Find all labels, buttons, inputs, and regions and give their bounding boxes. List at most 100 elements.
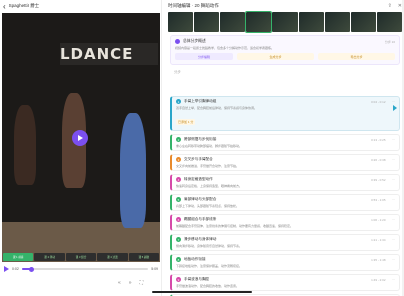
seek-bar[interactable] bbox=[21, 266, 149, 272]
rewind-icon[interactable]: « bbox=[118, 280, 121, 286]
step-time-range: 0:13 - 0:25 bbox=[371, 137, 386, 142]
seek-bar-handle[interactable] bbox=[29, 266, 35, 272]
step-card-header: 6 踢腿组合与手部线条 1:06 - 1:20 ⋯ bbox=[176, 217, 395, 222]
back-icon[interactable]: ‹ bbox=[3, 2, 6, 11]
play-button[interactable] bbox=[72, 130, 88, 146]
more-options-icon[interactable]: ⋯ bbox=[392, 258, 396, 262]
chapter-chip[interactable]: 课 4 过渡 bbox=[97, 253, 128, 261]
thumbnail[interactable] bbox=[376, 12, 402, 32]
header-actions: ⇪ ✕ bbox=[388, 3, 402, 9]
step-card[interactable]: 1 手臂上举引胸律动组 0:04 - 0:12 ⋯ 双手自然上举，配合胸腔前后律动，保持… bbox=[170, 96, 400, 131]
step-card[interactable]: 2 胯部侧摆与步伐衔接 0:13 - 0:25 ⋯ 重心左右转移带动胯部摆动，脚步跟随节… bbox=[170, 134, 400, 151]
thumbnail[interactable] bbox=[298, 12, 324, 32]
step-time-range: 0:53 - 1:05 bbox=[371, 197, 386, 202]
step-card[interactable]: 3 交叉步与手臂配合 0:26 - 0:38 ⋯ 交叉步向前推进，手臂做开合动作，注意节… bbox=[170, 154, 400, 171]
more-options-icon[interactable]: ⋯ bbox=[392, 100, 396, 104]
playback-timeline: 0:02 5:09 bbox=[2, 264, 160, 274]
step-play-icon[interactable] bbox=[393, 105, 397, 111]
step-number-badge: 6 bbox=[176, 217, 181, 222]
step-time-range: 1:21 - 1:34 bbox=[371, 237, 386, 242]
step-title: 胯部侧摆与步伐衔接 bbox=[184, 137, 217, 141]
video-backdrop-sign: LDANCE bbox=[60, 43, 158, 65]
export-steps-button[interactable]: 导出分步 bbox=[318, 53, 395, 60]
home-indicator bbox=[152, 291, 252, 293]
step-number-badge: 4 bbox=[176, 177, 181, 182]
step-number-badge: 3 bbox=[176, 157, 181, 162]
more-options-icon[interactable]: ⋯ bbox=[392, 158, 396, 162]
timeline-play-icon[interactable] bbox=[4, 266, 9, 272]
step-title: 手臂上举引胸律动组 bbox=[184, 99, 217, 103]
fullscreen-icon[interactable]: ⛶ bbox=[140, 280, 144, 286]
step-title: 地板动作衔接 bbox=[184, 257, 206, 261]
summary-text: 视频内容是一段爵士舞蹈教学，包含多个分解动作示范，适合初学者跟练。 bbox=[175, 46, 275, 50]
more-options-icon[interactable]: ⋯ bbox=[392, 138, 396, 142]
step-title: 滑步移动与身体律动 bbox=[184, 237, 217, 241]
step-card-header: 1 手臂上举引胸律动组 0:04 - 0:12 ⋯ bbox=[176, 99, 395, 104]
thumbnail[interactable] bbox=[324, 12, 350, 32]
share-icon[interactable]: ⇪ bbox=[388, 3, 392, 9]
step-card[interactable]: 9 手臂波浪与胸腔 1:49 - 2:02 ⋯ 手臂做波浪动作，配合胸腔的收放，动作连贯… bbox=[170, 274, 400, 291]
step-description: 手臂做波浪动作，配合胸腔的收放，动作连贯。 bbox=[176, 284, 240, 288]
summary-meta: 分步 16 bbox=[384, 39, 395, 44]
thumbnail[interactable] bbox=[168, 12, 194, 32]
video-panel: ‹ SpaghettiI 爵士 LDANCE 课 1 前奏 课 2 律动 课 3… bbox=[0, 0, 162, 296]
panel-header: 时间轴编辑 · 20 舞蹈动作 ⇪ ✕ bbox=[166, 0, 404, 12]
summary-actions: 分步编辑 生成分步 导出分步 bbox=[175, 53, 395, 60]
more-options-icon[interactable]: ⋯ bbox=[392, 198, 396, 202]
step-number-badge: 2 bbox=[176, 137, 181, 142]
more-options-icon[interactable]: ⋯ bbox=[392, 218, 396, 222]
thumbnail[interactable] bbox=[220, 12, 246, 32]
total-time: 5:09 bbox=[151, 267, 158, 271]
step-number-badge: 7 bbox=[176, 237, 181, 242]
step-card[interactable]: 5 肩部律动与头部配合 0:53 - 1:05 ⋯ 肩部上下律动，头部跟随节奏轻点，保持… bbox=[170, 194, 400, 211]
dancer-figure bbox=[14, 105, 36, 185]
step-number-badge: 9 bbox=[176, 277, 181, 282]
step-card-header: 8 地板动作衔接 1:35 - 1:48 ⋯ bbox=[176, 257, 395, 262]
step-time-range: 1:35 - 1:48 bbox=[371, 257, 386, 262]
step-number-badge: 1 bbox=[176, 99, 181, 104]
chapter-chip[interactable]: 课 5 副歌 bbox=[128, 253, 160, 261]
edit-steps-button[interactable]: 分步编辑 bbox=[175, 53, 233, 60]
step-card-header: 7 滑步移动与身体律动 1:21 - 1:34 ⋯ bbox=[176, 237, 395, 242]
step-card[interactable]: 6 踢腿组合与手部线条 1:06 - 1:20 ⋯ 前踢腿配合手臂延伸，注意线条的伸展与… bbox=[170, 214, 400, 231]
thumbnail-selected[interactable] bbox=[245, 11, 273, 33]
thumbnail[interactable] bbox=[350, 12, 376, 32]
step-title: 踢腿组合与手部线条 bbox=[184, 217, 217, 221]
chapter-chip[interactable]: 课 1 前奏 bbox=[3, 253, 34, 261]
app-root: ‹ SpaghettiI 爵士 LDANCE 课 1 前奏 课 2 律动 课 3… bbox=[0, 0, 404, 296]
more-options-icon[interactable]: ⋯ bbox=[392, 178, 396, 182]
more-options-icon[interactable]: ⋯ bbox=[392, 278, 396, 282]
timeline-panel: 时间轴编辑 · 20 舞蹈动作 ⇪ ✕ 总体分步概述 分步 16 视频内容是一段 bbox=[166, 0, 404, 296]
thumbnail[interactable] bbox=[194, 12, 220, 32]
step-card[interactable]: 7 滑步移动与身体律动 1:21 - 1:34 ⋯ 侧向滑步移动，身体随音乐自然律动，保… bbox=[170, 234, 400, 251]
step-description: 前踢腿配合手臂延伸，注意线条的伸展与控制，动作要有力量感，收腿迅速，保持稳定。 bbox=[176, 224, 294, 228]
forward-icon[interactable]: » bbox=[129, 280, 132, 286]
step-card[interactable]: 4 转身定格造型动作 0:39 - 0:52 ⋯ 快速转身后定格，上身保持造型，眼神看向… bbox=[170, 174, 400, 191]
step-card[interactable]: 8 地板动作衔接 1:35 - 1:48 ⋯ 下蹲接地板动作，注意保护膝盖，动作流畅衔接… bbox=[170, 254, 400, 271]
summary-dot-icon bbox=[175, 39, 180, 44]
section-label: 分步 bbox=[174, 70, 181, 74]
summary-card: 总体分步概述 分步 16 视频内容是一段爵士舞蹈教学，包含多个分解动作示范，适合… bbox=[170, 35, 400, 65]
step-tag: 已添加 1 分 bbox=[176, 119, 196, 125]
step-card-header: 9 手臂波浪与胸腔 1:49 - 2:02 ⋯ bbox=[176, 277, 395, 282]
step-description: 快速转身后定格，上身保持造型，眼神看向前方。 bbox=[176, 184, 243, 188]
step-title: 肩部律动与头部配合 bbox=[184, 197, 217, 201]
thumbnail[interactable] bbox=[272, 12, 298, 32]
step-title: 手臂波浪与胸腔 bbox=[184, 277, 210, 281]
video-topbar: ‹ SpaghettiI 爵士 bbox=[0, 0, 161, 12]
generate-steps-button[interactable]: 生成分步 bbox=[237, 53, 314, 60]
panel-title: 时间轴编辑 · 20 舞蹈动作 bbox=[168, 3, 219, 8]
summary-header: 总体分步概述 分步 16 bbox=[175, 39, 395, 44]
step-number-badge: 8 bbox=[176, 257, 181, 262]
more-options-icon[interactable]: ⋯ bbox=[392, 238, 396, 242]
chapter-chip[interactable]: 课 2 律动 bbox=[34, 253, 65, 261]
step-description: 双手自然上举，配合胸腔前后律动，保持节奏感与身体协调。 bbox=[176, 106, 258, 110]
thumbnail-strip bbox=[166, 11, 404, 33]
step-description: 交叉步向前推进，手臂做开合动作，注意节拍。 bbox=[176, 164, 240, 168]
play-icon bbox=[78, 135, 83, 141]
chapter-chip[interactable]: 课 3 组合 bbox=[65, 253, 97, 261]
step-card-header: 4 转身定格造型动作 0:39 - 0:52 ⋯ bbox=[176, 177, 395, 182]
video-player[interactable]: LDANCE bbox=[2, 13, 160, 262]
step-description: 侧向滑步移动，身体随音乐自然律动，保持节奏。 bbox=[176, 244, 243, 248]
step-time-range: 0:26 - 0:38 bbox=[371, 157, 386, 162]
